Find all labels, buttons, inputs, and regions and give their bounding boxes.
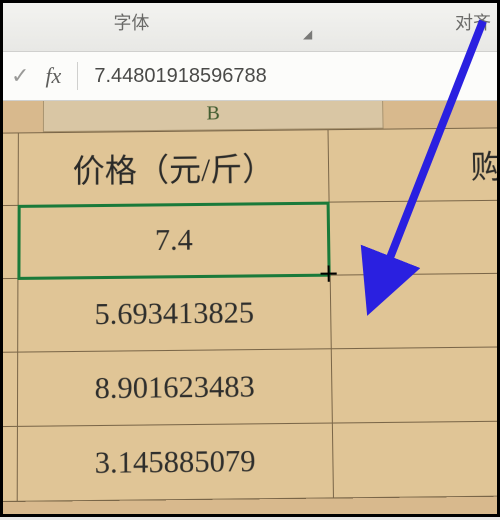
fill-handle[interactable] <box>320 265 336 281</box>
ribbon-group-alignment[interactable]: 对齐 <box>260 7 497 35</box>
divider <box>77 62 78 90</box>
cell-c[interactable] <box>332 420 497 498</box>
table-row: 3.145885079 <box>3 420 497 503</box>
fx-button[interactable]: fx <box>45 63 61 89</box>
confirm-icon[interactable]: ✓ <box>11 63 29 89</box>
dialog-launcher-icon[interactable]: ◢ <box>303 27 312 41</box>
formula-bar: ✓ fx 7.44801918596788 <box>3 51 497 101</box>
cell-a-header[interactable] <box>3 133 19 207</box>
cell-b[interactable]: 3.145885079 <box>17 423 333 501</box>
cell-value: 7.4 <box>155 223 193 257</box>
cell-b[interactable]: 5.693413825 <box>18 275 331 352</box>
cell-b[interactable]: 8.901623483 <box>18 349 333 427</box>
table-row: 7.4 <box>3 199 497 280</box>
font-group-label: 字体 <box>113 13 149 33</box>
cell-c[interactable] <box>331 345 497 423</box>
cell-a[interactable] <box>3 278 18 353</box>
selected-cell[interactable]: 7.4 <box>18 202 330 278</box>
ribbon: 字体 对齐 ◢ <box>3 3 497 51</box>
cell-c[interactable] <box>329 199 497 275</box>
sheet-grid: B 价格（元/斤） 购 7.4 5.693413 <box>3 101 497 504</box>
cell-a[interactable] <box>3 352 18 428</box>
cell-a[interactable] <box>3 426 18 502</box>
cell-a[interactable] <box>3 205 18 279</box>
table-row: 5.693413825 <box>3 272 497 354</box>
cell-b-header[interactable]: 价格（元/斤） <box>18 130 329 206</box>
table-row: 8.901623483 <box>3 345 497 428</box>
cells-table: 价格（元/斤） 购 7.4 5.693413825 <box>3 126 497 504</box>
cell-c[interactable] <box>330 272 497 349</box>
formula-bar-value[interactable]: 7.44801918596788 <box>94 65 266 88</box>
table-header-row: 价格（元/斤） 购 <box>3 126 497 207</box>
column-header-b[interactable]: B <box>43 101 384 132</box>
ribbon-group-font[interactable]: 字体 <box>3 7 260 35</box>
cell-c-header[interactable]: 购 <box>328 126 497 202</box>
spreadsheet-area: B 价格（元/斤） 购 7.4 5.693413 <box>3 101 497 514</box>
align-group-label: 对齐 <box>455 13 491 33</box>
